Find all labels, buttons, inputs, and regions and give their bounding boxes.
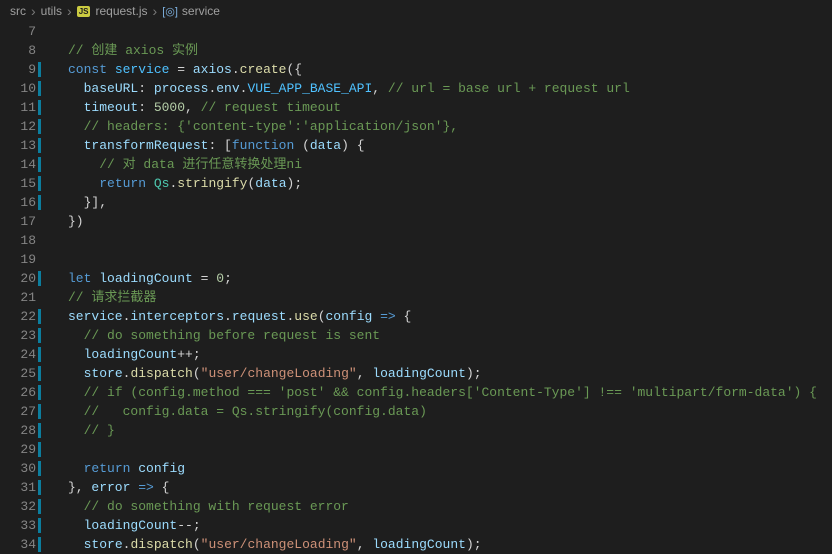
code-line: // if (config.method === 'post' && confi…: [50, 383, 832, 402]
breadcrumb-item[interactable]: [◎] service: [162, 4, 220, 18]
code-line: [50, 440, 832, 459]
code-line: timeout: 5000, // request timeout: [50, 98, 832, 117]
code-line: baseURL: process.env.VUE_APP_BASE_API, /…: [50, 79, 832, 98]
js-file-icon: JS: [77, 6, 91, 17]
chevron-right-icon: ›: [153, 3, 158, 19]
code-line: }): [50, 212, 832, 231]
code-line: // do something with request error: [50, 497, 832, 516]
code-line: [50, 22, 832, 41]
code-line: }, error => {: [50, 478, 832, 497]
code-line: [50, 250, 832, 269]
code-line: // 创建 axios 实例: [50, 41, 832, 60]
code-line: [50, 231, 832, 250]
breadcrumb-item[interactable]: JS request.js: [77, 4, 148, 18]
code-line: // }: [50, 421, 832, 440]
code-line: store.dispatch("user/changeLoading", loa…: [50, 364, 832, 383]
code-line: return config: [50, 459, 832, 478]
code-line: return Qs.stringify(data);: [50, 174, 832, 193]
code-line: loadingCount++;: [50, 345, 832, 364]
code-line: const service = axios.create({: [50, 60, 832, 79]
code-line: // config.data = Qs.stringify(config.dat…: [50, 402, 832, 421]
breadcrumb-item[interactable]: src: [10, 4, 26, 18]
breadcrumb[interactable]: src › utils › JS request.js › [◎] servic…: [0, 0, 832, 22]
breadcrumb-file: request.js: [95, 4, 147, 18]
code-line: store.dispatch("user/changeLoading", loa…: [50, 535, 832, 554]
code-editor[interactable]: 7891011121314151617181920212223242526272…: [0, 22, 832, 553]
code-line: // do something before request is sent: [50, 326, 832, 345]
code-line: loadingCount--;: [50, 516, 832, 535]
code-content[interactable]: // 创建 axios 实例 const service = axios.cre…: [50, 22, 832, 553]
code-line: let loadingCount = 0;: [50, 269, 832, 288]
breadcrumb-item[interactable]: utils: [41, 4, 62, 18]
breadcrumb-symbol: service: [182, 4, 220, 18]
chevron-right-icon: ›: [67, 3, 72, 19]
code-line: // 对 data 进行任意转换处理ni: [50, 155, 832, 174]
code-line: }],: [50, 193, 832, 212]
line-gutter: 7891011121314151617181920212223242526272…: [0, 22, 50, 553]
symbol-icon: [◎]: [162, 5, 178, 18]
code-line: service.interceptors.request.use(config …: [50, 307, 832, 326]
code-line: // 请求拦截器: [50, 288, 832, 307]
chevron-right-icon: ›: [31, 3, 36, 19]
code-line: // headers: {'content-type':'application…: [50, 117, 832, 136]
code-line: transformRequest: [function (data) {: [50, 136, 832, 155]
